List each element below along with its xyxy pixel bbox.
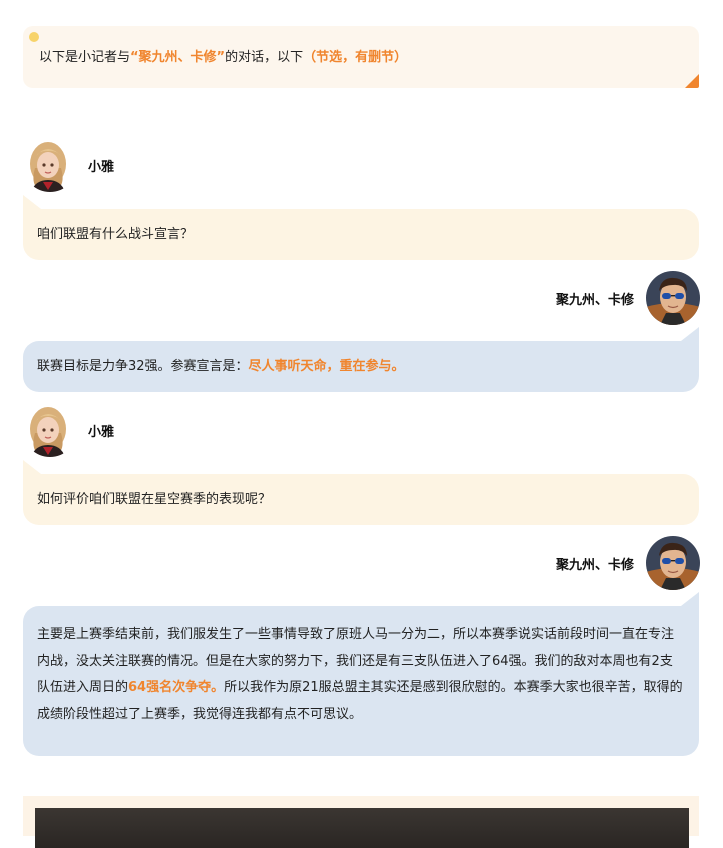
speaker-name-reporter: 小雅 <box>88 425 115 440</box>
decor-dot-icon <box>29 32 39 42</box>
sunglasses-man-avatar-icon <box>646 271 700 325</box>
message-bubble-reporter: 如何评价咱们联盟在星空赛季的表现呢？ <box>23 460 699 525</box>
speaker-name-reporter: 小雅 <box>88 160 115 175</box>
intro-card: 以下是小记者与“聚九州、卡修”的对话，以下（节选，有删节） <box>23 26 699 88</box>
message-bubble-reporter: 咱们联盟有什么战斗宣言？ <box>23 195 699 260</box>
reporter-avatar <box>23 138 77 192</box>
message-text: 联赛目标是力争32强。参赛宣言是：尽人事听天命，重在参与。 <box>37 341 685 392</box>
intro-text: 以下是小记者与“聚九州、卡修”的对话，以下（节选，有删节） <box>39 49 407 67</box>
message-highlight: 尽人事听天命，重在参与。 <box>248 359 405 374</box>
message-text: 主要是上赛季结束前，我们服发生了一些事情导致了原班人马一分为二，所以本赛季说实话… <box>37 622 685 728</box>
speaker-name-guest: 聚九州、卡修 <box>555 558 634 573</box>
blonde-girl-avatar-icon <box>23 403 77 457</box>
intro-note: （节选，有删节） <box>303 50 408 65</box>
speaker-row-guest: 聚九州、卡修 <box>480 536 700 592</box>
message-text: 如何评价咱们联盟在星空赛季的表现呢？ <box>37 492 272 507</box>
blonde-girl-avatar-icon <box>23 138 77 192</box>
intro-middle: 的对话，以下 <box>225 50 304 65</box>
guest-avatar <box>646 536 700 590</box>
intro-prefix: 以下是小记者与 <box>39 50 131 65</box>
photo-frame <box>23 796 699 848</box>
message-bubble-guest: 主要是上赛季结束前，我们服发生了一些事情导致了原班人马一分为二，所以本赛季说实话… <box>23 592 699 756</box>
speaker-name-guest: 聚九州、卡修 <box>555 293 634 308</box>
speaker-row-reporter: 小雅 <box>23 138 223 194</box>
message-bubble-guest: 联赛目标是力争32强。参赛宣言是：尽人事听天命，重在参与。 <box>23 327 699 392</box>
reporter-avatar <box>23 403 77 457</box>
speaker-row-guest: 聚九州、卡修 <box>480 271 700 327</box>
speaker-row-reporter: 小雅 <box>23 403 223 459</box>
message-highlight: 64强名次争夺。 <box>128 680 225 695</box>
intro-guest: “聚九州、卡修” <box>130 50 226 65</box>
corner-triangle-icon <box>685 74 699 88</box>
guest-avatar <box>646 271 700 325</box>
message-prefix: 联赛目标是力争32强。参赛宣言是： <box>37 359 249 374</box>
message-text: 咱们联盟有什么战斗宣言？ <box>37 227 194 242</box>
sunglasses-man-avatar-icon <box>646 536 700 590</box>
article-photo <box>35 808 689 848</box>
